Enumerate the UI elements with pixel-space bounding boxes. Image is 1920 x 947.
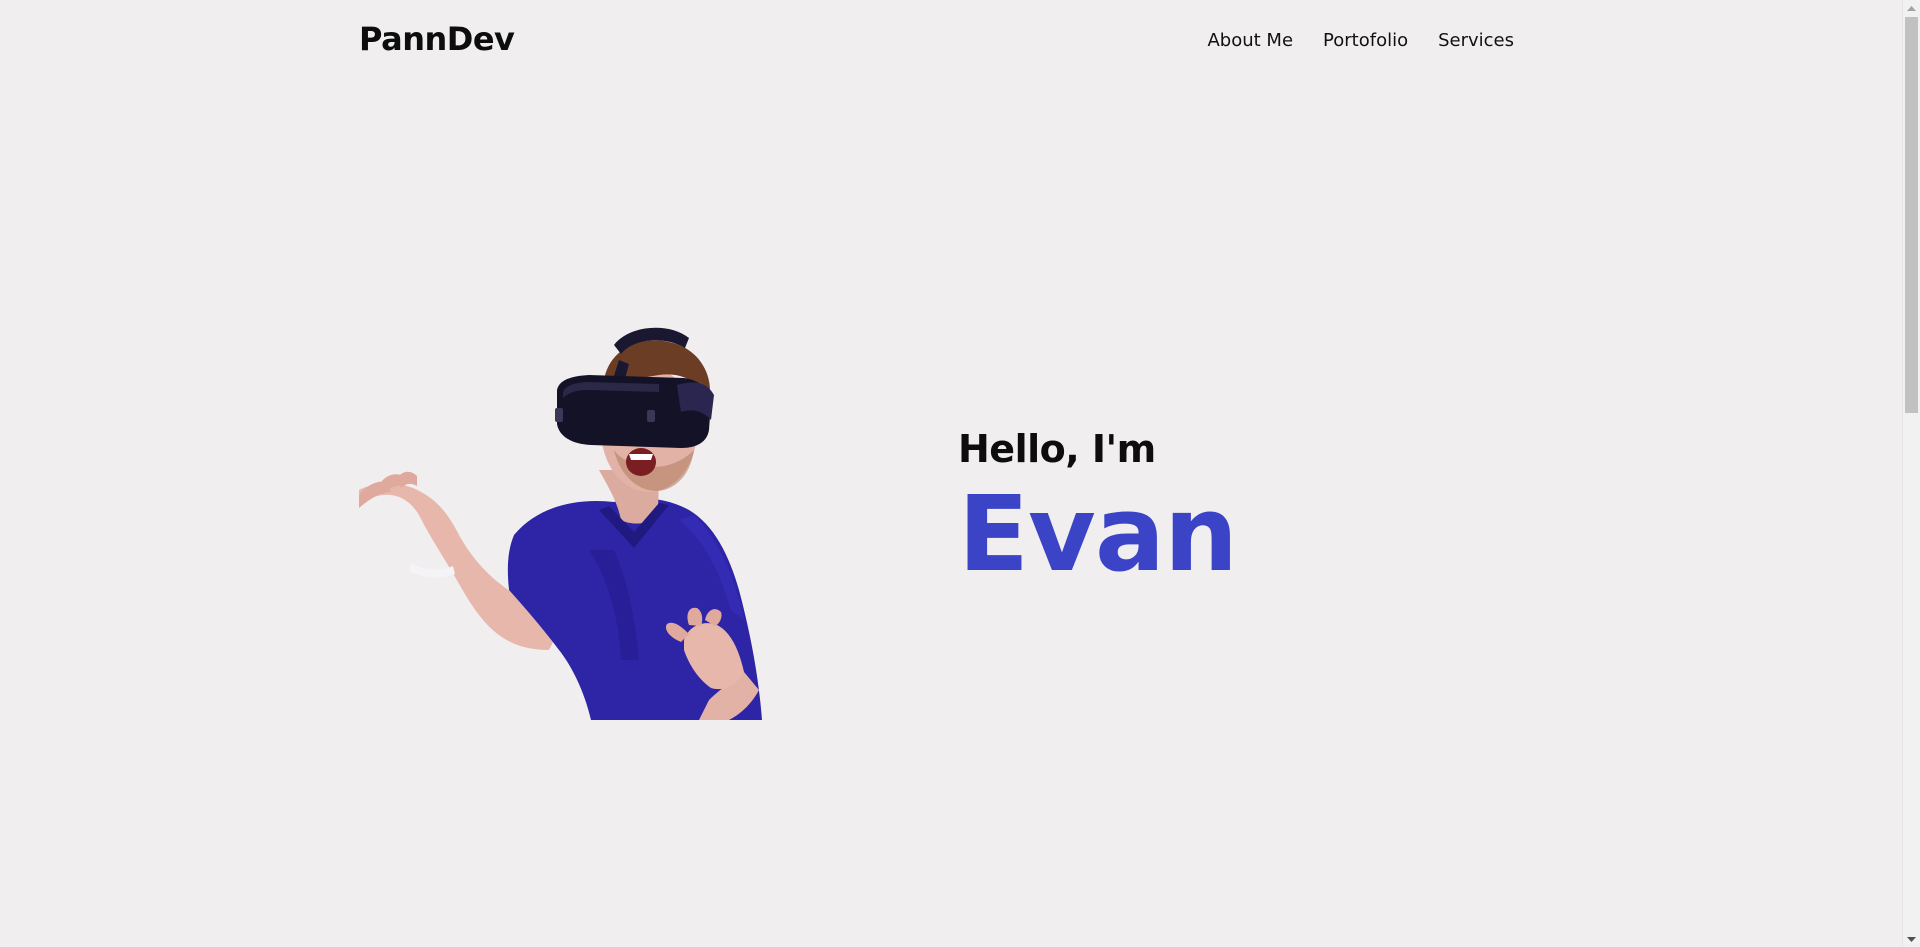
hero-image: [359, 320, 842, 720]
page: PannDev About Me Portofolio Services Hel…: [0, 0, 1920, 947]
nav-link-services[interactable]: Services: [1438, 30, 1514, 51]
vr-person-illustration: [359, 327, 762, 720]
main-nav: About Me Portofolio Services: [1207, 30, 1514, 51]
nav-link-portofolio[interactable]: Portofolio: [1323, 30, 1408, 51]
site-header: PannDev About Me Portofolio Services: [359, 0, 1514, 80]
hero-greeting: Hello, I'm: [958, 427, 1156, 471]
scroll-down-arrow-icon[interactable]: [1903, 930, 1920, 947]
hero-text: Hello, I'm Evan: [958, 427, 1238, 595]
page-scrollbar[interactable]: [1902, 0, 1920, 947]
site-logo[interactable]: PannDev: [359, 20, 515, 58]
scroll-up-arrow-icon[interactable]: [1903, 0, 1920, 17]
nav-link-about-me[interactable]: About Me: [1207, 30, 1293, 51]
hero-name: Evan: [958, 473, 1238, 595]
scrollbar-thumb[interactable]: [1905, 17, 1918, 413]
